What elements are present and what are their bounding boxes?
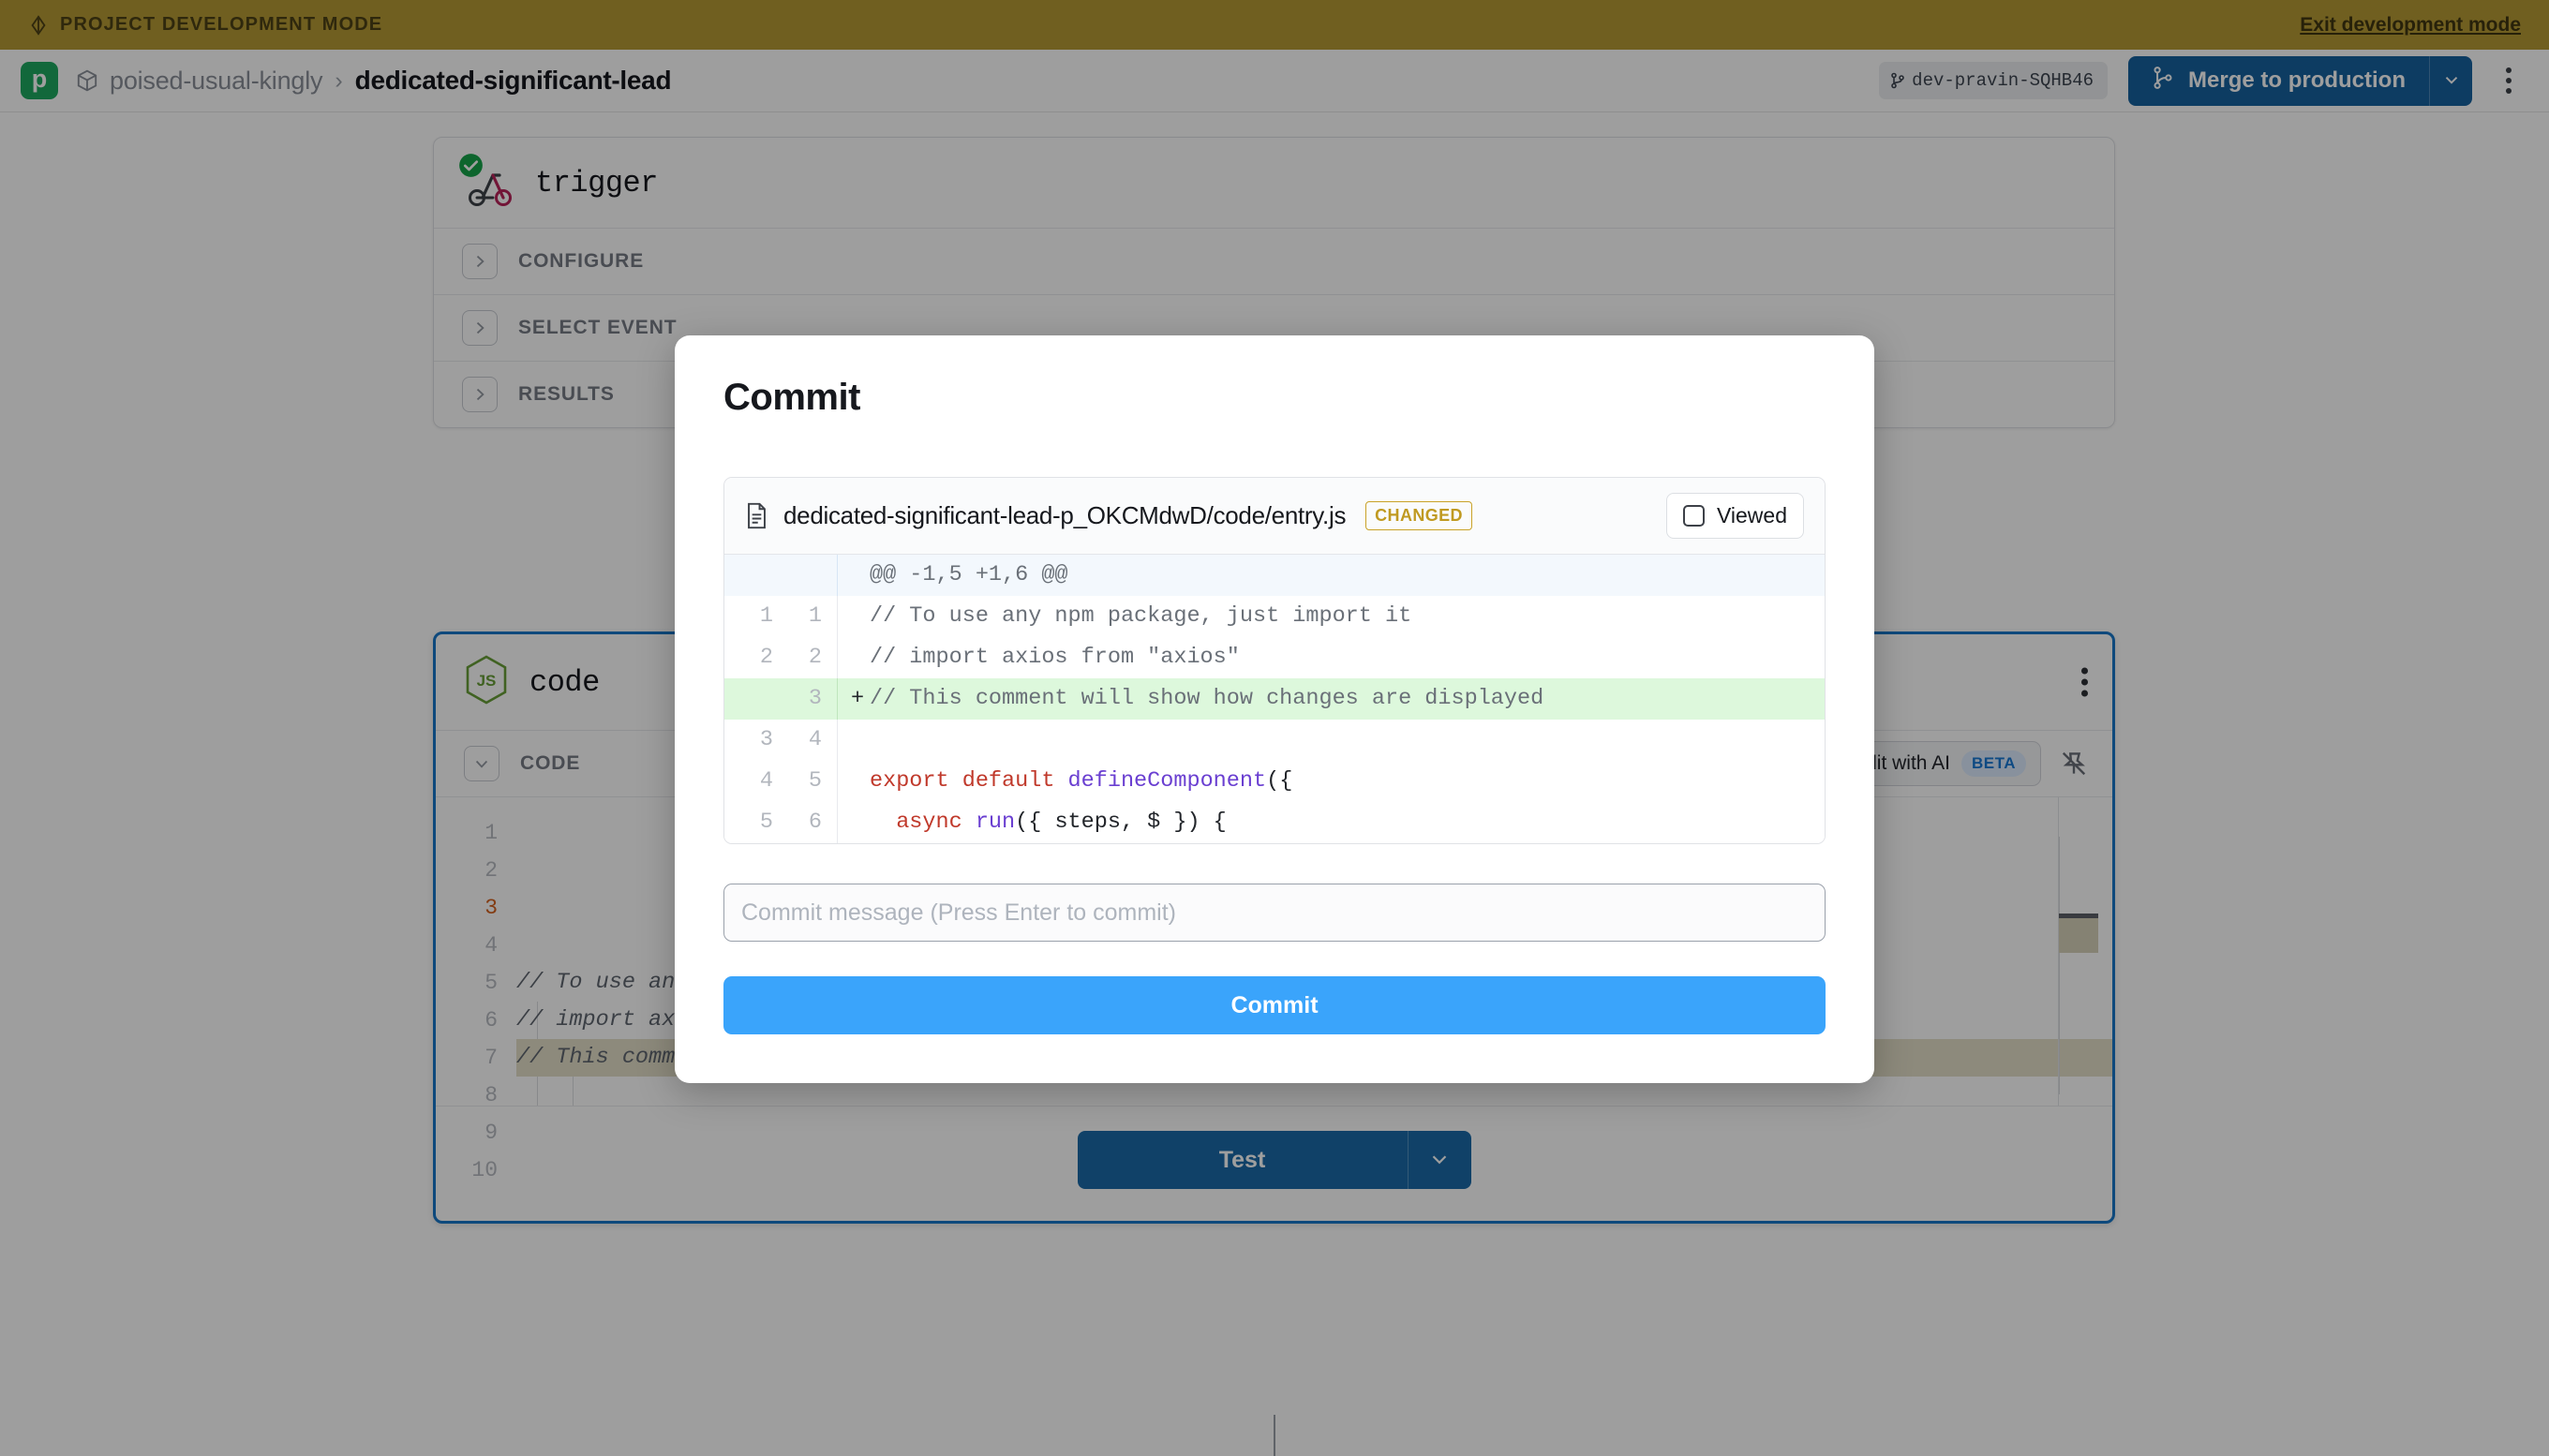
diff-gutter-spacer	[822, 596, 837, 637]
diff-old-line-number	[724, 555, 773, 596]
diff-code-line	[837, 720, 1825, 761]
viewed-checkbox-box[interactable]	[1683, 505, 1705, 527]
diff-file-path: dedicated-significant-lead-p_OKCMdwD/cod…	[783, 501, 1346, 530]
diff-gutter-spacer	[822, 555, 837, 596]
diff-file-header: dedicated-significant-lead-p_OKCMdwD/cod…	[724, 478, 1825, 555]
diff-old-line-number	[724, 678, 773, 720]
diff-old-line-number: 1	[724, 596, 773, 637]
diff-token: // This comment will show how changes ar…	[870, 686, 1543, 711]
diff-new-line-number: 1	[773, 596, 822, 637]
diff-gutter-spacer	[822, 720, 837, 761]
diff-token: defineComponent	[1068, 768, 1267, 794]
diff-change-sign	[851, 769, 870, 794]
commit-modal-title: Commit	[723, 377, 1826, 419]
viewed-checkbox[interactable]: Viewed	[1666, 493, 1804, 539]
diff-row: 45 export default defineComponent({	[724, 761, 1825, 802]
diff-code-line: @@ -1,5 +1,6 @@	[837, 555, 1825, 596]
diff-change-sign	[851, 646, 870, 670]
diff-gutter-spacer	[822, 802, 837, 843]
changed-badge: CHANGED	[1365, 501, 1472, 530]
diff-token: // To use any npm package, just import i…	[870, 603, 1411, 629]
diff-row: @@ -1,5 +1,6 @@	[724, 555, 1825, 596]
diff-card: dedicated-significant-lead-p_OKCMdwD/cod…	[723, 477, 1826, 844]
diff-row: 22 // import axios from "axios"	[724, 637, 1825, 678]
file-icon	[745, 502, 768, 529]
diff-code-line: // import axios from "axios"	[837, 637, 1825, 678]
diff-old-line-number: 3	[724, 720, 773, 761]
diff-row: 3 +// This comment will show how changes …	[724, 678, 1825, 720]
diff-code-line: +// This comment will show how changes a…	[837, 678, 1825, 720]
diff-change-sign	[851, 604, 870, 629]
diff-token: async	[870, 810, 976, 835]
diff-token: export default	[870, 768, 1068, 794]
diff-old-line-number: 5	[724, 802, 773, 843]
diff-new-line-number: 2	[773, 637, 822, 678]
diff-token: run	[976, 810, 1015, 835]
diff-old-line-number: 4	[724, 761, 773, 802]
commit-modal: Commit dedicated-significant-lead-p_OKCM…	[675, 335, 1874, 1083]
diff-row: 11 // To use any npm package, just impor…	[724, 596, 1825, 637]
diff-code-line: // To use any npm package, just import i…	[837, 596, 1825, 637]
diff-new-line-number: 3	[773, 678, 822, 720]
diff-new-line-number: 6	[773, 802, 822, 843]
diff-new-line-number	[773, 555, 822, 596]
diff-change-sign	[851, 728, 870, 752]
diff-gutter-spacer	[822, 637, 837, 678]
diff-new-line-number: 4	[773, 720, 822, 761]
diff-change-sign	[851, 810, 870, 835]
diff-old-line-number: 2	[724, 637, 773, 678]
viewed-checkbox-label: Viewed	[1717, 503, 1787, 528]
diff-code-line: export default defineComponent({	[837, 761, 1825, 802]
diff-gutter-spacer	[822, 678, 837, 720]
diff-row: 34	[724, 720, 1825, 761]
diff-body: @@ -1,5 +1,6 @@ 11 // To use any npm pack…	[724, 555, 1825, 843]
diff-code-line: async run({ steps, $ }) {	[837, 802, 1825, 843]
diff-new-line-number: 5	[773, 761, 822, 802]
diff-token: ({	[1266, 768, 1292, 794]
app-root: PROJECT DEVELOPMENT MODE Exit developmen…	[0, 0, 2549, 1456]
commit-button[interactable]: Commit	[723, 976, 1826, 1034]
diff-token: ({ steps, $ }) {	[1015, 810, 1227, 835]
diff-row: 56 async run({ steps, $ }) {	[724, 802, 1825, 843]
diff-change-sign: +	[851, 687, 870, 711]
commit-message-input[interactable]	[723, 884, 1826, 942]
diff-gutter-spacer	[822, 761, 837, 802]
diff-token: // import axios from "axios"	[870, 645, 1240, 670]
diff-token: @@ -1,5 +1,6 @@	[870, 562, 1068, 587]
